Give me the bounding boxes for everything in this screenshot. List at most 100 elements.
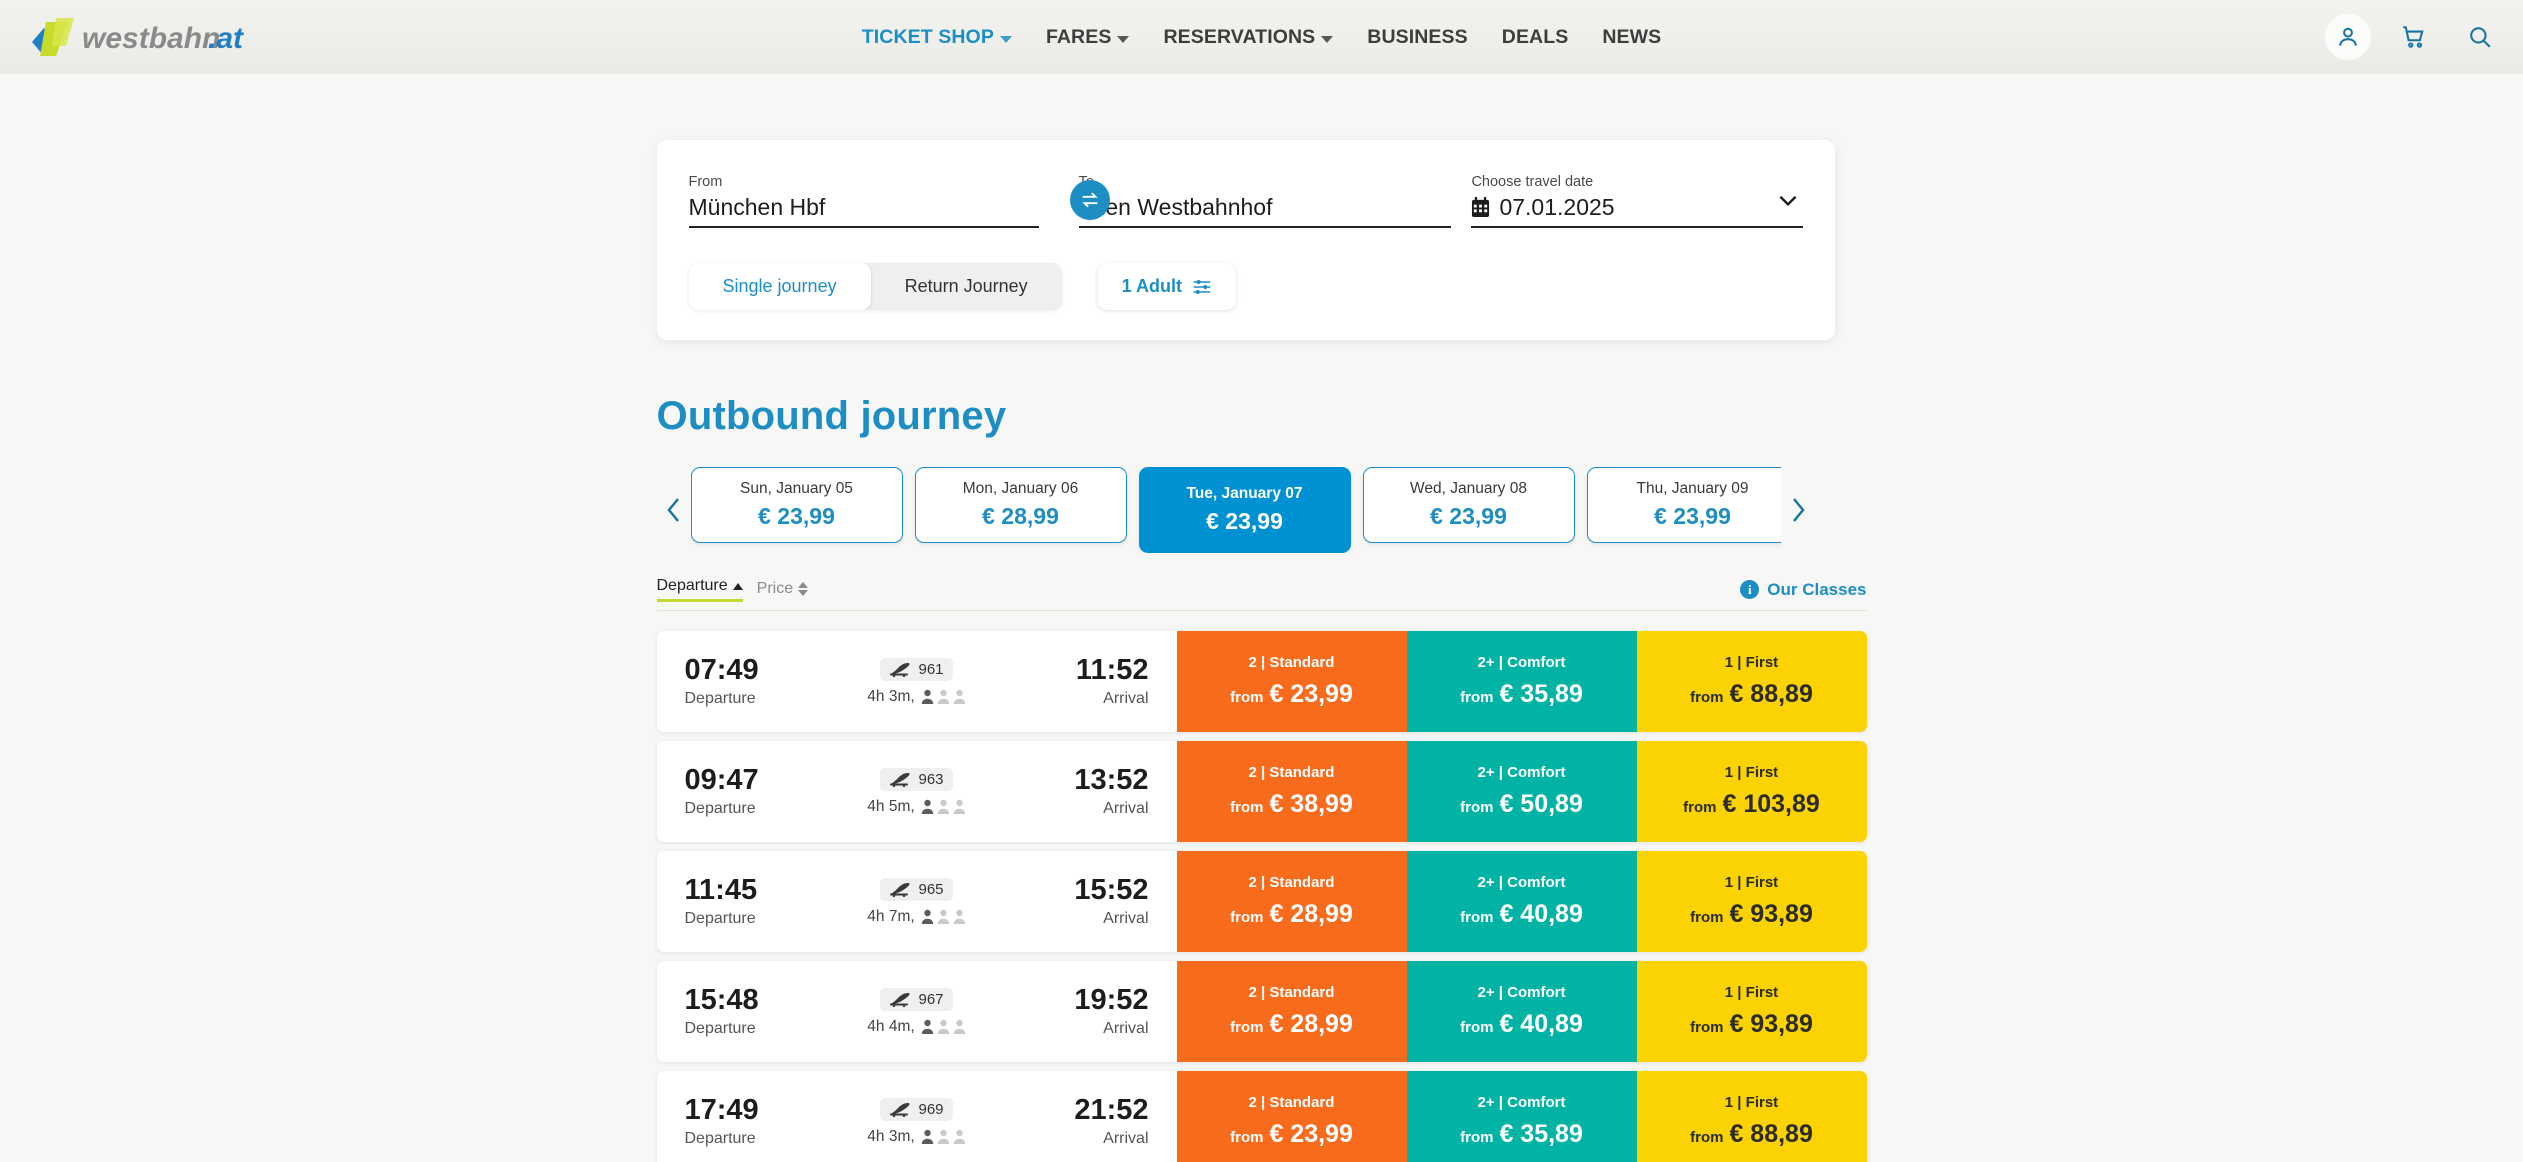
price: from € 50,89 <box>1460 790 1583 819</box>
cart-icon[interactable] <box>2391 14 2437 60</box>
journey-results-list: 07:49 Departure 961 4h 3m, 11:52 Arrival… <box>656 631 1867 1162</box>
occupancy-icon <box>921 1129 966 1145</box>
return-journey-button[interactable]: Return Journey <box>871 263 1062 310</box>
date-carousel: Sun, January 05 € 23,99 Mon, January 06 … <box>657 467 1867 554</box>
trip-type-toggle: Single journey Return Journey <box>688 263 1062 311</box>
from-word: from <box>1230 799 1264 817</box>
price-cell-comfort[interactable]: 2+ | Comfort from € 40,89 <box>1406 961 1637 1063</box>
journey-info: 11:45 Departure 965 4h 7m, 15:52 Arrival <box>657 851 1177 952</box>
train-number: 963 <box>918 770 944 788</box>
price: from € 28,99 <box>1230 900 1353 929</box>
journey-info: 17:49 Departure 969 4h 3m, 21:52 Arrival <box>657 1071 1177 1162</box>
sort-by-departure[interactable]: Departure <box>656 577 743 603</box>
duration-row: 4h 3m, <box>867 1128 965 1146</box>
price: from € 35,89 <box>1460 680 1583 709</box>
nav-item-reservations[interactable]: RESERVATIONS <box>1146 26 1350 49</box>
arrival-time: 19:52 <box>1074 984 1149 1017</box>
our-classes-link[interactable]: i Our Classes <box>1740 580 1867 600</box>
date-card-tue-january-07[interactable]: Tue, January 07 € 23,99 <box>1138 467 1351 554</box>
price-cell-first[interactable]: 1 | First from € 93,89 <box>1636 961 1867 1063</box>
nav-item-business[interactable]: BUSINESS <box>1350 26 1485 49</box>
to-value: Wien Westbahnhof <box>1078 194 1273 220</box>
price-value: € 38,99 <box>1269 790 1353 819</box>
price-value: € 40,89 <box>1499 1010 1583 1039</box>
table-row[interactable]: 11:45 Departure 965 4h 7m, 15:52 Arrival… <box>656 851 1867 953</box>
date-card-day: Mon, January 06 <box>962 480 1079 498</box>
from-label: From <box>688 174 723 190</box>
arrival-label: Arrival <box>1103 1020 1149 1038</box>
to-field[interactable]: To Wien Westbahnhof <box>1078 174 1452 229</box>
sort-departure-label: Departure <box>656 577 728 595</box>
price-value: € 23,99 <box>1269 680 1353 709</box>
class-label: 2 | Standard <box>1248 874 1335 892</box>
account-icon[interactable] <box>2325 14 2371 60</box>
price-value: € 35,89 <box>1499 1120 1583 1149</box>
nav-item-news[interactable]: NEWS <box>1585 26 1678 49</box>
table-row[interactable]: 15:48 Departure 967 4h 4m, 19:52 Arrival… <box>656 961 1867 1063</box>
table-row[interactable]: 17:49 Departure 969 4h 3m, 21:52 Arrival… <box>656 1071 1867 1162</box>
date-card-wed-january-08[interactable]: Wed, January 08 € 23,99 <box>1362 467 1575 544</box>
journey-info: 15:48 Departure 967 4h 4m, 19:52 Arrival <box>657 961 1177 1062</box>
price: from € 35,89 <box>1460 1120 1583 1149</box>
date-card-mon-january-06[interactable]: Mon, January 06 € 28,99 <box>914 467 1127 544</box>
class-label: 1 | First <box>1724 874 1779 892</box>
price-cell-comfort[interactable]: 2+ | Comfort from € 50,89 <box>1406 741 1637 843</box>
price-cell-comfort[interactable]: 2+ | Comfort from € 35,89 <box>1406 1071 1637 1162</box>
date-field[interactable]: Choose travel date 07.01.2025 <box>1471 174 1803 229</box>
single-journey-button[interactable]: Single journey <box>688 263 871 311</box>
date-card-price: € 28,99 <box>982 503 1059 530</box>
price-value: € 35,89 <box>1499 680 1583 709</box>
price: from € 40,89 <box>1460 1010 1583 1039</box>
occupancy-icon <box>921 799 966 815</box>
train-icon <box>890 663 911 678</box>
train-number: 969 <box>918 1100 944 1118</box>
from-word: from <box>1230 909 1264 927</box>
price-cell-standard[interactable]: 2 | Standard from € 23,99 <box>1176 631 1407 733</box>
price-cell-standard[interactable]: 2 | Standard from € 38,99 <box>1176 741 1407 843</box>
price-value: € 50,89 <box>1499 790 1583 819</box>
sort-by-price[interactable]: Price <box>757 580 809 602</box>
price-cell-standard[interactable]: 2 | Standard from € 23,99 <box>1176 1071 1407 1162</box>
class-label: 1 | First <box>1724 984 1779 1002</box>
train-icon <box>890 1103 911 1118</box>
search-icon[interactable] <box>2457 14 2503 60</box>
carousel-prev-button[interactable] <box>657 496 691 524</box>
arrival-time: 13:52 <box>1074 764 1149 797</box>
passengers-button[interactable]: 1 Adult <box>1097 263 1236 311</box>
arrival-label: Arrival <box>1103 800 1149 818</box>
journey-info: 09:47 Departure 963 4h 5m, 13:52 Arrival <box>657 741 1177 842</box>
price-cell-standard[interactable]: 2 | Standard from € 28,99 <box>1176 961 1407 1063</box>
price-cell-first[interactable]: 1 | First from € 103,89 <box>1636 741 1867 843</box>
search-panel: From München Hbf To Wien Westbahnhof Cho… <box>656 140 1835 341</box>
departure-time: 07:49 <box>684 654 759 687</box>
chevron-down-icon[interactable] <box>1775 187 1801 218</box>
price: from € 93,89 <box>1690 900 1813 929</box>
sort-controls: Departure Price <box>656 577 809 603</box>
train-chip: 963 <box>880 767 953 791</box>
from-field[interactable]: From München Hbf <box>688 174 1039 229</box>
price-value: € 40,89 <box>1499 900 1583 929</box>
price-cell-first[interactable]: 1 | First from € 88,89 <box>1636 1071 1867 1162</box>
journey-middle: 967 4h 4m, <box>835 987 999 1036</box>
price-cell-comfort[interactable]: 2+ | Comfort from € 40,89 <box>1406 851 1637 953</box>
nav-item-fares[interactable]: FARES <box>1029 26 1147 49</box>
table-row[interactable]: 07:49 Departure 961 4h 3m, 11:52 Arrival… <box>656 631 1867 733</box>
swap-icon[interactable] <box>1069 180 1110 221</box>
price-cell-first[interactable]: 1 | First from € 88,89 <box>1636 631 1867 733</box>
arrival-block: 13:52 Arrival <box>999 764 1149 818</box>
departure-block: 11:45 Departure <box>685 875 835 928</box>
date-card-price: € 23,99 <box>758 503 835 530</box>
price-cell-comfort[interactable]: 2+ | Comfort from € 35,89 <box>1406 631 1637 733</box>
carousel-next-button[interactable] <box>1781 496 1815 524</box>
from-value: München Hbf <box>688 194 826 220</box>
duration-row: 4h 7m, <box>867 908 965 926</box>
nav-item-deals[interactable]: DEALS <box>1485 26 1586 49</box>
class-label: 2+ | Comfort <box>1477 764 1566 782</box>
nav-item-ticket-shop[interactable]: TICKET SHOP <box>845 26 1029 49</box>
table-row[interactable]: 09:47 Departure 963 4h 5m, 13:52 Arrival… <box>656 741 1867 843</box>
price-cell-standard[interactable]: 2 | Standard from € 28,99 <box>1176 851 1407 953</box>
price-cell-first[interactable]: 1 | First from € 93,89 <box>1636 851 1867 953</box>
date-card-sun-january-05[interactable]: Sun, January 05 € 23,99 <box>690 467 903 544</box>
from-word: from <box>1690 689 1724 707</box>
date-card-thu-january-09[interactable]: Thu, January 09 € 23,99 <box>1586 467 1781 544</box>
